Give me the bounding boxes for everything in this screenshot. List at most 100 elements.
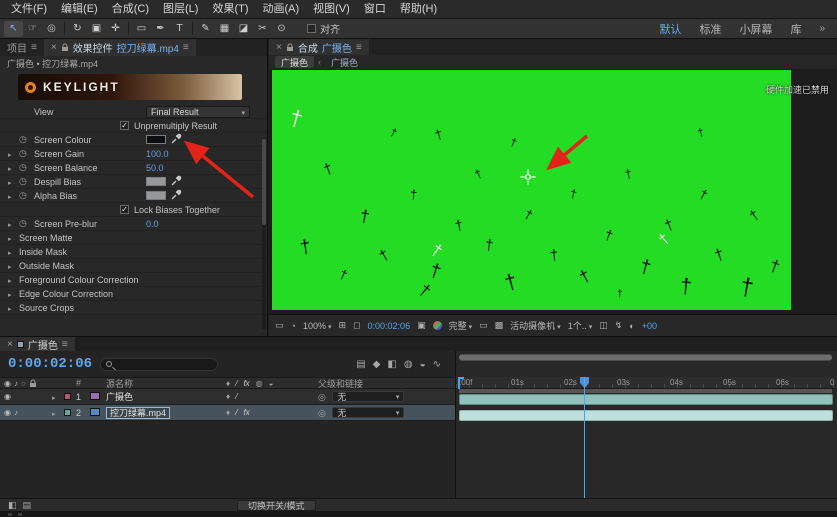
camera-dropdown[interactable]: 活动摄像机	[510, 319, 561, 332]
video-column-icon[interactable]	[4, 379, 11, 388]
screen-colour-swatch[interactable]	[146, 135, 166, 144]
twirl-icon[interactable]	[52, 408, 56, 418]
draft-3d-icon[interactable]	[373, 359, 381, 370]
column-parent[interactable]: 父级和链接	[318, 377, 455, 390]
tab-project[interactable]: 项目	[0, 39, 44, 56]
screen-preblur-value[interactable]: 0.0	[146, 219, 159, 229]
comp-breadcrumb-parent[interactable]: 广摄色	[325, 56, 364, 68]
twirl-icon[interactable]	[8, 149, 12, 159]
twirl-icon[interactable]	[8, 177, 12, 187]
screen-gain-value[interactable]: 100.0	[146, 149, 169, 159]
eyedropper-icon[interactable]	[171, 189, 182, 202]
effect-group-outside-mask[interactable]: Outside Mask	[0, 259, 267, 273]
shy-switch-icon[interactable]	[226, 408, 230, 417]
label-color-chip[interactable]	[64, 393, 71, 400]
comp-breadcrumb-current[interactable]: 广摄色	[275, 56, 314, 68]
expand-switches-icon[interactable]	[8, 500, 17, 511]
fx-switch-icon[interactable]: fx	[243, 379, 249, 388]
workspace-default[interactable]: 默认	[659, 21, 681, 37]
snapshot-camera-icon[interactable]	[417, 320, 426, 331]
stopwatch-icon[interactable]	[19, 218, 27, 228]
eye-icon[interactable]	[4, 408, 11, 417]
twirl-icon[interactable]	[8, 247, 12, 257]
pick-whip-icon[interactable]	[318, 408, 326, 418]
menu-animation[interactable]: 动画(A)	[256, 0, 307, 19]
view-layout-dropdown[interactable]: 1个..	[568, 319, 593, 332]
stopwatch-icon[interactable]	[19, 162, 27, 172]
time-ruler[interactable]: :00f 01s 02s 03s 04s 05s 06s 0	[456, 377, 837, 389]
grid-guides-icon[interactable]	[339, 320, 347, 331]
unpremultiply-checkbox[interactable]	[120, 121, 129, 130]
solo-column-icon[interactable]	[21, 379, 26, 388]
shy-switch-icon[interactable]	[226, 392, 230, 401]
current-time-indicator-line[interactable]	[584, 377, 585, 498]
puppet-tool-icon[interactable]: ⊙	[272, 21, 291, 37]
stopwatch-icon[interactable]	[19, 134, 27, 144]
exposure-icon[interactable]	[629, 321, 634, 331]
menu-composition[interactable]: 合成(C)	[105, 0, 156, 19]
menu-help[interactable]: 帮助(H)	[393, 0, 444, 19]
snap-checkbox[interactable]	[307, 24, 316, 33]
hand-tool-icon[interactable]: ☞	[23, 21, 42, 37]
show-channel-icon[interactable]	[433, 321, 442, 330]
fast-preview-icon[interactable]	[615, 320, 623, 331]
menu-edit[interactable]: 编辑(E)	[54, 0, 105, 19]
lock-biases-checkbox[interactable]	[120, 205, 129, 214]
pen-tool-icon[interactable]: ✒	[151, 21, 170, 37]
layer-row-1[interactable]: 1 广摄色 无	[0, 389, 455, 405]
motion-blur-icon[interactable]	[420, 359, 426, 370]
eyedropper-icon[interactable]	[171, 133, 182, 146]
eraser-tool-icon[interactable]: ◪	[234, 21, 253, 37]
layer-name[interactable]: 控刀绿幕.mp4	[106, 407, 170, 419]
eye-icon[interactable]	[4, 392, 11, 401]
lock-icon[interactable]	[61, 43, 69, 52]
shy-switch-icon[interactable]	[226, 379, 230, 388]
lock-icon[interactable]	[286, 43, 294, 52]
effect-group-screen-matte[interactable]: Screen Matte	[0, 231, 267, 245]
layer-duration-bar-1[interactable]	[459, 394, 833, 405]
selection-tool-icon[interactable]: ↖	[4, 21, 23, 37]
twirl-icon[interactable]	[8, 261, 12, 271]
screen-balance-value[interactable]: 50.0	[146, 163, 164, 173]
menu-view[interactable]: 视图(V)	[306, 0, 357, 19]
current-timecode[interactable]: 0:00:02:06	[8, 356, 92, 372]
timeline-search-input[interactable]	[116, 359, 212, 369]
parent-dropdown[interactable]: 无	[332, 407, 404, 418]
viewer-timecode[interactable]: 0:00:02:06	[368, 321, 411, 331]
audio-icon[interactable]	[14, 408, 18, 417]
work-area-bar[interactable]	[459, 389, 832, 393]
pan-behind-tool-icon[interactable]: ✛	[106, 21, 125, 37]
orbit-tool-icon[interactable]: ↻	[68, 21, 87, 37]
effect-group-foreground-cc[interactable]: Foreground Colour Correction	[0, 273, 267, 287]
pixel-aspect-icon[interactable]	[599, 320, 608, 331]
menu-window[interactable]: 窗口	[357, 0, 393, 19]
stopwatch-icon[interactable]	[19, 148, 27, 158]
twirl-icon[interactable]	[8, 219, 12, 229]
resolution-dropdown[interactable]: 完整	[449, 319, 473, 332]
layer-duration-bar-2[interactable]	[459, 410, 833, 421]
quality-switch-icon[interactable]	[236, 379, 237, 388]
snap-toggle[interactable]: 对齐	[307, 21, 340, 36]
close-icon[interactable]	[51, 42, 57, 53]
effect-group-edge-cc[interactable]: Edge Colour Correction	[0, 287, 267, 301]
twirl-icon[interactable]	[8, 191, 12, 201]
brush-tool-icon[interactable]: ✎	[196, 21, 215, 37]
graph-editor-icon[interactable]	[433, 359, 441, 370]
effect-group-source-crops[interactable]: Source Crops	[0, 301, 267, 315]
expand-transfer-icon[interactable]	[23, 500, 32, 511]
motion-blur-switch-icon[interactable]	[269, 379, 274, 388]
fx-badge[interactable]: fx	[243, 408, 249, 417]
pick-whip-icon[interactable]	[318, 392, 326, 402]
panel-menu-icon[interactable]	[62, 339, 68, 350]
menu-layer[interactable]: 图层(L)	[156, 0, 205, 19]
exposure-value[interactable]: +00	[642, 321, 657, 331]
twirl-icon[interactable]	[8, 303, 12, 313]
composition-canvas[interactable]	[272, 70, 791, 310]
transparency-grid-icon[interactable]	[495, 320, 504, 331]
column-source-name[interactable]: 源名称	[106, 377, 226, 390]
column-number[interactable]: #	[76, 378, 90, 388]
layer-row-2-selected[interactable]: 2 控刀绿幕.mp4 fx 无	[0, 405, 455, 421]
workspace-standard[interactable]: 标准	[699, 21, 721, 37]
quality-switch-icon[interactable]	[236, 408, 237, 417]
tab-composition[interactable]: 合成 广摄色	[269, 39, 369, 55]
